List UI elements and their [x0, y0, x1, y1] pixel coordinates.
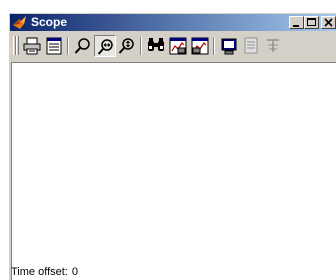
zoom-x-button[interactable]: [94, 35, 116, 57]
restore-axes-settings-button[interactable]: [189, 35, 211, 57]
signal-selector-icon: [244, 37, 258, 54]
window-title: Scope: [31, 15, 68, 29]
print-icon: [23, 37, 41, 55]
toolbar-grip-2[interactable]: [16, 36, 19, 55]
floating-scope-button[interactable]: [218, 35, 240, 57]
matlab-logo-icon: [13, 16, 26, 29]
toolbar-separator: [140, 37, 142, 55]
zoom-icon: [74, 38, 90, 54]
restore-icon: [307, 18, 316, 26]
restore-button[interactable]: [304, 16, 319, 29]
toolbar-separator: [213, 37, 215, 55]
close-icon: [324, 18, 333, 27]
toolbar-separator: [67, 37, 69, 55]
lock-axes-icon: [267, 39, 279, 52]
minimize-button[interactable]: [289, 16, 304, 29]
minimize-icon: [293, 25, 299, 27]
parameters-button[interactable]: [43, 35, 65, 57]
scope-plot-area[interactable]: [11, 62, 336, 280]
zoom-button[interactable]: [72, 35, 94, 57]
restore-axes-settings-icon: [191, 37, 209, 55]
zoom-x-icon: [97, 39, 113, 55]
zoom-y-button[interactable]: [116, 35, 138, 57]
scope-window: Scope Time offset: 0: [8, 12, 336, 280]
close-button[interactable]: [321, 16, 336, 29]
print-button[interactable]: [21, 35, 43, 57]
save-axes-settings-icon: [169, 37, 187, 55]
floating-scope-icon: [221, 38, 237, 55]
save-axes-settings-button[interactable]: [167, 35, 189, 57]
time-offset-label: Time offset:: [11, 266, 68, 278]
zoom-y-icon: [118, 38, 134, 54]
toolbar: [10, 34, 336, 58]
time-offset-readout: Time offset: 0: [11, 266, 78, 278]
title-bar[interactable]: Scope: [10, 14, 336, 31]
autoscale-icon: [148, 38, 164, 51]
time-offset-value: 0: [71, 266, 78, 278]
autoscale-button[interactable]: [145, 35, 167, 57]
parameters-icon: [46, 37, 62, 55]
signal-selector-button[interactable]: [240, 35, 262, 57]
lock-axes-button[interactable]: [262, 35, 284, 57]
